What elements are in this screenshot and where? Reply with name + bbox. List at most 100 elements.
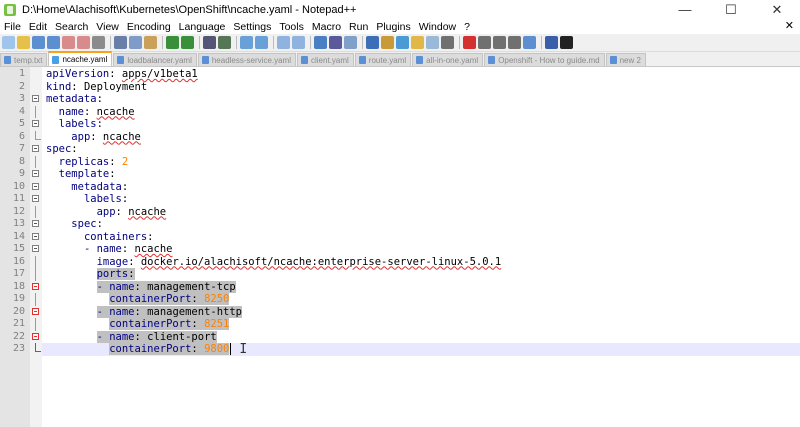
menu-run[interactable]: Run xyxy=(345,21,372,33)
maximize-button[interactable]: ☐ xyxy=(708,0,754,19)
line-content: apiVersion: apps/v1beta1 xyxy=(46,68,198,80)
doc-list-icon[interactable] xyxy=(426,36,439,49)
fold-toggle-icon[interactable] xyxy=(32,282,39,290)
zoom-in-icon[interactable] xyxy=(240,36,253,49)
menu-search[interactable]: Search xyxy=(51,21,92,33)
lang-define-icon[interactable] xyxy=(366,36,379,49)
close-window-button[interactable]: ✕ xyxy=(754,0,800,19)
file-icon xyxy=(488,56,496,64)
sync-horizontal-icon[interactable] xyxy=(292,36,305,49)
zoom-out-icon[interactable] xyxy=(255,36,268,49)
spell-check-doc-icon[interactable] xyxy=(560,36,573,49)
menu-language[interactable]: Language xyxy=(175,21,230,33)
fold-toggle-icon[interactable] xyxy=(32,332,39,340)
yaml-value: ncache xyxy=(102,130,141,143)
minimize-button[interactable]: — xyxy=(662,0,708,19)
tab-headless-service-yaml[interactable]: headless-service.yaml xyxy=(197,53,296,66)
fold-toggle-icon[interactable] xyxy=(32,145,39,152)
save-icon[interactable] xyxy=(32,36,45,49)
paste-icon[interactable] xyxy=(144,36,157,49)
redo-icon[interactable] xyxy=(181,36,194,49)
menu-edit[interactable]: Edit xyxy=(25,21,51,33)
menu-help[interactable]: ? xyxy=(460,21,474,33)
open-file-icon[interactable] xyxy=(17,36,30,49)
monitor-icon[interactable] xyxy=(441,36,454,49)
fold-toggle-icon[interactable] xyxy=(32,170,39,177)
line-content: template: xyxy=(58,168,116,180)
stop-macro-icon[interactable] xyxy=(478,36,491,49)
document-tabs: temp.txt ncache.yaml loadbalancer.yaml head… xyxy=(0,51,800,67)
new-file-icon[interactable] xyxy=(2,36,15,49)
tab-openshift-how-to-guide-md[interactable]: Openshift - How to guide.md xyxy=(484,53,605,66)
code-editor[interactable]: 1 apiVersion: apps/v1beta1 2 kind: Deployme… xyxy=(0,67,800,427)
sync-vertical-icon[interactable] xyxy=(277,36,290,49)
tab-temp-txt[interactable]: temp.txt xyxy=(0,53,48,66)
show-all-chars-icon[interactable] xyxy=(329,36,342,49)
fold-end-marker xyxy=(35,343,41,352)
menu-tools[interactable]: Tools xyxy=(275,21,308,33)
fold-toggle-icon[interactable] xyxy=(32,120,39,127)
yaml-value: 2 xyxy=(121,155,129,168)
menu-encoding[interactable]: Encoding xyxy=(123,21,175,33)
tab-route-yaml[interactable]: route.yaml xyxy=(354,53,412,66)
code-line: 8 replicas: 2 xyxy=(0,155,800,168)
code-text: app: ncache xyxy=(46,205,167,219)
line-content: kind: Deployment xyxy=(46,80,148,93)
word-wrap-icon[interactable] xyxy=(314,36,327,49)
yaml-key: metadata xyxy=(71,180,122,193)
toolbar-separator xyxy=(110,36,111,49)
line-number: 14 xyxy=(12,230,25,242)
replace-icon[interactable] xyxy=(218,36,231,49)
save-macro-icon[interactable] xyxy=(523,36,536,49)
spell-check-icon[interactable] xyxy=(545,36,558,49)
record-macro-icon[interactable] xyxy=(463,36,476,49)
save-all-icon[interactable] xyxy=(47,36,60,49)
tab-new-2[interactable]: new 2 xyxy=(605,53,646,66)
tab-client-yaml[interactable]: client.yaml xyxy=(297,53,354,66)
menu-plugins[interactable]: Plugins xyxy=(372,21,414,33)
fold-toggle-icon[interactable] xyxy=(32,195,39,202)
close-icon[interactable] xyxy=(62,36,75,49)
close-document-button[interactable]: ✕ xyxy=(785,19,794,32)
menu-window[interactable]: Window xyxy=(415,21,460,33)
code-line: 13 spec: xyxy=(0,218,800,231)
tab-ncache-yaml[interactable]: ncache.yaml xyxy=(48,51,113,66)
yaml-value: ncache xyxy=(128,205,167,218)
code-line: 14 containers: xyxy=(0,231,800,244)
line-content: labels: xyxy=(83,193,129,205)
fold-toggle-icon[interactable] xyxy=(32,245,39,252)
folder-workspace-icon[interactable] xyxy=(411,36,424,49)
fold-toggle-icon[interactable] xyxy=(32,307,39,315)
play-macro-icon[interactable] xyxy=(493,36,506,49)
menu-settings[interactable]: Settings xyxy=(229,21,275,33)
undo-icon[interactable] xyxy=(166,36,179,49)
cut-icon[interactable] xyxy=(114,36,127,49)
fold-toggle-icon[interactable] xyxy=(32,95,39,102)
doc-map-icon[interactable] xyxy=(381,36,394,49)
close-all-icon[interactable] xyxy=(77,36,90,49)
indent-guide-icon[interactable] xyxy=(344,36,357,49)
yaml-key: labels xyxy=(58,118,97,130)
copy-icon[interactable] xyxy=(129,36,142,49)
fold-toggle-icon[interactable] xyxy=(32,232,39,240)
selected-text: ports: xyxy=(96,268,135,280)
code-line: 18 - name: management-tcp xyxy=(0,280,800,294)
code-text: template: xyxy=(46,168,116,181)
yaml-value: client-port xyxy=(147,330,217,343)
yaml-key: kind xyxy=(46,80,72,93)
run-macro-multiple-icon[interactable] xyxy=(508,36,521,49)
menu-view[interactable]: View xyxy=(92,21,123,33)
function-list-icon[interactable] xyxy=(396,36,409,49)
menu-macro[interactable]: Macro xyxy=(308,21,345,33)
fold-toggle-icon[interactable] xyxy=(32,182,39,190)
code-text: containers: xyxy=(46,231,154,244)
file-icon xyxy=(4,56,11,64)
find-icon[interactable] xyxy=(203,36,216,49)
tab-all-in-one-yaml[interactable]: all-in-one.yaml xyxy=(412,53,484,66)
menu-file[interactable]: File xyxy=(0,21,25,33)
yaml-key: image xyxy=(96,255,129,268)
print-icon[interactable] xyxy=(92,36,105,49)
toolbar-separator xyxy=(362,36,363,49)
tab-loadbalancer-yaml[interactable]: loadbalancer.yaml xyxy=(113,53,197,66)
fold-toggle-icon[interactable] xyxy=(32,220,39,227)
